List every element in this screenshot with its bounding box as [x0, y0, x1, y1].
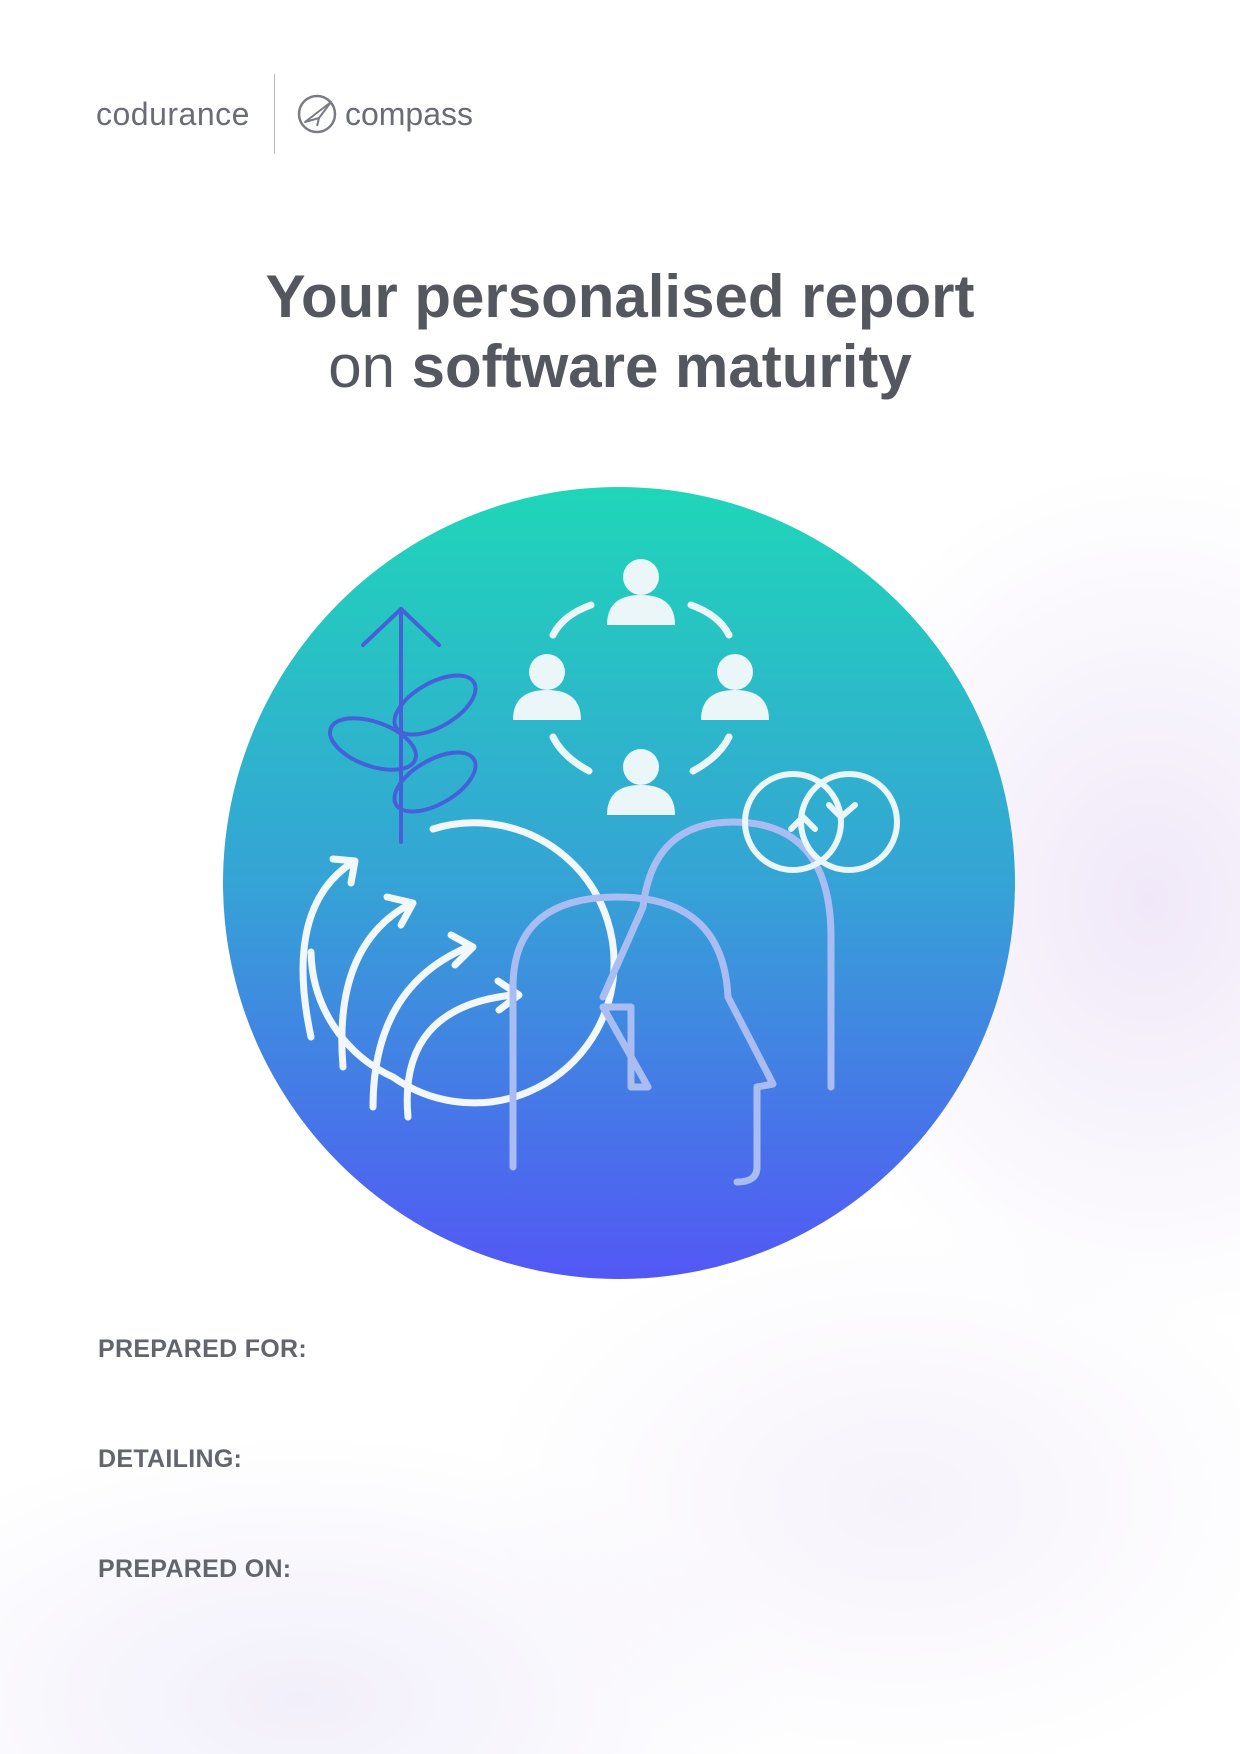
page-title: Your personalised report on software mat…: [0, 262, 1240, 402]
compass-icon: [297, 94, 337, 134]
hero-illustration: [223, 487, 1015, 1279]
compass-logo: compass: [344, 95, 473, 132]
title-line-1: Your personalised report: [265, 263, 975, 330]
detailing-label: DETAILING:: [98, 1445, 243, 1473]
report-fields: PREPARED FOR: DETAILING: PREPARED ON:: [98, 1335, 307, 1665]
codurance-logo: codurance: [96, 95, 250, 132]
logo-divider: [273, 74, 275, 154]
prepared-for-label: PREPARED FOR:: [98, 1335, 308, 1363]
title-line-2-prefix: on: [328, 333, 395, 400]
title-line-2: on software maturity: [0, 332, 1240, 402]
prepared-on-label: PREPARED ON:: [98, 1555, 292, 1583]
title-line-2-bold: software maturity: [411, 333, 912, 400]
header: codurance compass: [96, 72, 473, 156]
